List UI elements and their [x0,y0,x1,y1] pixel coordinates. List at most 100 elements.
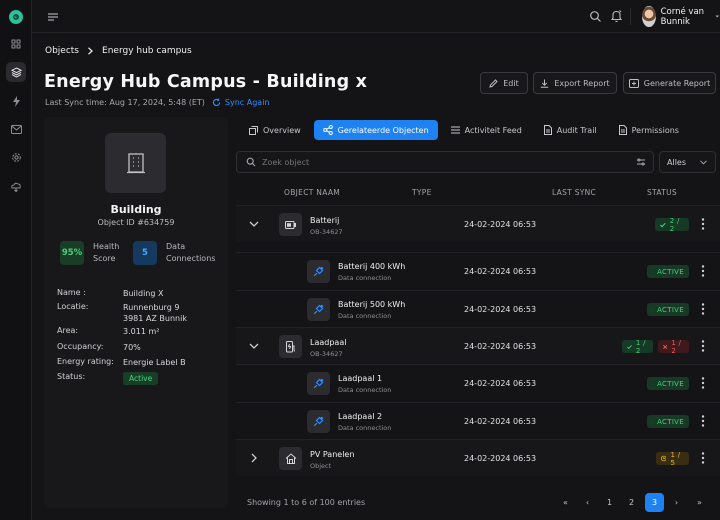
breadcrumb-current: Energy hub campus [102,46,192,56]
tab-related-objects[interactable]: Gerelateerde Objecten [313,120,438,140]
column-header-last-sync[interactable]: LAST SYNC [552,188,596,197]
check-icon [652,421,654,422]
bolt-icon[interactable] [6,91,26,111]
edit-button[interactable]: Edit [480,72,528,94]
row-title: Laadpaal [310,338,347,347]
check-icon [627,344,632,349]
search-icon [246,157,256,167]
download-icon [541,79,549,88]
search-icon[interactable] [589,10,602,23]
column-header-type[interactable]: TYPE [412,188,432,197]
health-score-label: Health Score [93,242,120,263]
table-row[interactable]: Batterij 400 kWh Data connection 24-02-202… [236,252,720,289]
row-subtitle: OB-34627 [310,350,343,358]
more-vertical-icon[interactable] [701,218,705,230]
report-icon [628,78,639,88]
filter-select[interactable]: Alles [659,151,716,173]
row-subtitle: Data connection [338,312,392,320]
more-vertical-icon[interactable] [701,340,705,352]
breadcrumb-root[interactable]: Objects [45,46,79,56]
status-badge: Active [123,372,159,385]
page-2[interactable]: 2 [622,493,641,512]
search-input[interactable] [262,157,622,167]
chevron-right-icon [88,47,93,55]
user-menu[interactable]: Corné van Bunnik [642,6,720,27]
sync-again-label: Sync Again [224,98,270,107]
plug-icon [307,410,330,433]
sync-again-button[interactable]: Sync Again [212,98,270,107]
filter-icon[interactable] [636,157,646,167]
plug-icon [307,260,330,283]
status-badge: 1 / 5 [656,451,689,467]
mail-icon[interactable] [6,119,26,139]
generate-report-button[interactable]: Generate Report [623,72,716,94]
layers-icon[interactable] [6,62,26,82]
chevron-down-icon [700,160,707,165]
last-sync-text: Last Sync time: Aug 17, 2024, 5:48 (ET) [45,98,205,107]
column-header-status[interactable]: STATUS [647,188,677,197]
page-prev[interactable]: ‹ [578,493,597,512]
tab-activity-feed[interactable]: Activiteit Feed [442,120,531,140]
health-score-badge: 95% [60,241,84,265]
menu-icon[interactable] [46,10,60,24]
gear-icon[interactable] [6,147,26,167]
edit-label: Edit [503,78,519,88]
more-vertical-icon[interactable] [701,452,705,464]
more-vertical-icon[interactable] [701,377,705,389]
check-icon [652,271,654,272]
check-icon [652,383,654,384]
row-subtitle: Object [310,462,332,470]
row-subtitle: Data connection [338,424,392,432]
table-row[interactable]: Laadpaal OB-34627 24-02-2024 06:53 1 / 2 1 /… [236,327,720,364]
more-vertical-icon[interactable] [701,415,705,427]
row-last-sync: 24-02-2024 06:53 [464,454,537,463]
more-vertical-icon[interactable] [701,265,705,277]
tab-audit-trail[interactable]: Audit Trail [535,120,606,140]
row-subtitle: OB-34627 [310,228,343,236]
table-row[interactable]: Laadpaal 1 Data connection 24-02-2024 06:5… [236,364,720,401]
user-name: Corné van Bunnik [660,6,705,27]
document-icon [618,125,627,135]
brand-logo-icon[interactable] [9,10,23,24]
column-header-name[interactable]: OBJECT NAAM [284,188,340,197]
table-row[interactable]: Batterij OB-34627 24-02-2024 06:53 2 / 2 [236,205,720,242]
generate-report-label: Generate Report [643,78,711,88]
cloud-icon[interactable] [6,176,26,196]
status-badge: ACTIVE [647,377,689,390]
solar-home-icon [279,447,302,470]
chevron-down-icon[interactable] [249,341,259,351]
tab-overview[interactable]: Overview [240,120,310,140]
tab-permissions[interactable]: Permissions [610,120,688,140]
table-row[interactable]: PV Panelen Object 24-02-2024 06:53 1 / 5 [236,439,720,476]
link-icon [322,125,333,135]
page-3[interactable]: 3 [645,493,664,512]
chevron-right-icon[interactable] [249,453,259,463]
bell-icon[interactable] [610,9,623,23]
status-badge: 1 / 2 [622,339,653,355]
dashboard-icon[interactable] [6,34,26,54]
chevron-down-icon[interactable] [249,219,259,229]
more-vertical-icon[interactable] [701,303,705,315]
object-id: Object ID #634759 [97,218,175,227]
row-subtitle: Data connection [338,386,392,394]
row-title: Batterij 500 kWh [338,300,406,309]
page-next[interactable]: › [667,493,686,512]
filter-select-value: Alles [667,157,687,167]
status-badge: ACTIVE [647,415,689,428]
building-summary-card: Building Object ID #634759 95% Health Sco… [44,117,228,508]
row-title: Batterij [310,216,340,225]
row-last-sync: 24-02-2024 06:53 [464,220,537,229]
table-row[interactable]: Laadpaal 2 Data connection 24-02-2024 06:5… [236,402,720,439]
refresh-icon [212,98,221,107]
overview-icon [249,125,258,135]
status-badge: 1 / 2 [658,339,689,355]
table-row[interactable]: Batterij 500 kWh Data connection 24-02-202… [236,290,720,327]
avatar[interactable] [642,6,656,27]
charger-icon [279,335,302,358]
page-last[interactable]: » [690,493,709,512]
tab-bar: Overview Gerelateerde Objecten Activitei… [240,120,692,140]
object-search [236,151,654,173]
export-report-button[interactable]: Export Report [533,72,617,94]
page-first[interactable]: « [556,493,575,512]
page-1[interactable]: 1 [600,493,619,512]
